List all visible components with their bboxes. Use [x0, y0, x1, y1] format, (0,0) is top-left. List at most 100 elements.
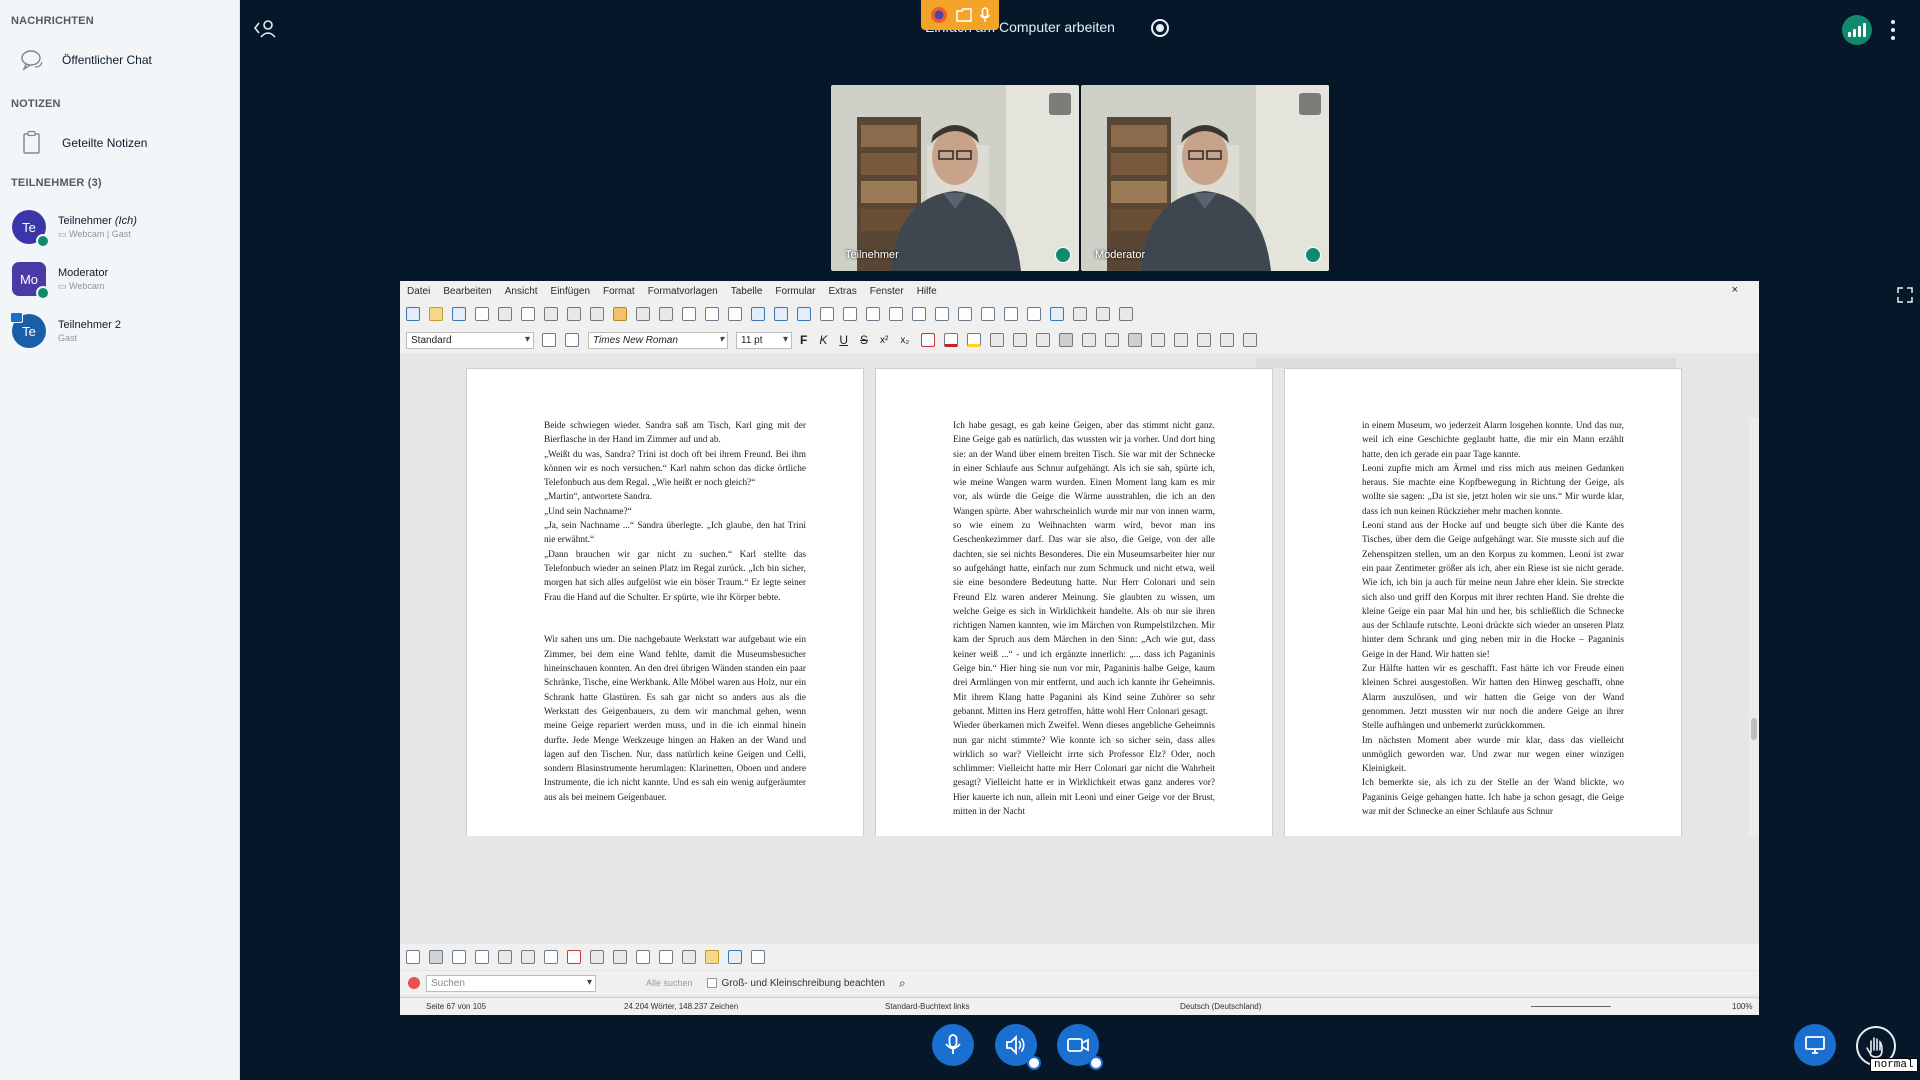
menu-help[interactable]: Hilfe — [917, 286, 937, 297]
draw-functions-icon[interactable] — [1119, 307, 1133, 321]
font-color-icon[interactable] — [944, 333, 959, 347]
special-character-icon[interactable] — [889, 307, 903, 321]
align-left-icon[interactable] — [990, 333, 1005, 347]
zoom-slider[interactable] — [1531, 1006, 1611, 1007]
line-spacing-icon[interactable] — [1197, 333, 1212, 347]
browser-sharing-indicator[interactable] — [921, 0, 999, 30]
redo-icon[interactable] — [659, 307, 673, 321]
word-count[interactable]: 24.204 Wörter, 148.237 Zeichen — [624, 1002, 738, 1011]
open-icon[interactable] — [429, 307, 443, 321]
cross-reference-icon[interactable] — [1004, 307, 1018, 321]
numbered-list-icon[interactable] — [1105, 333, 1120, 347]
footnote-icon[interactable] — [935, 307, 949, 321]
page-count[interactable]: Seite 67 von 105 — [426, 1002, 486, 1011]
menu-view[interactable]: Ansicht — [505, 286, 538, 297]
webcam-tile-participant[interactable]: Teilnehmer — [831, 85, 1079, 271]
page-icon[interactable] — [682, 950, 696, 964]
properties-icon[interactable] — [751, 950, 765, 964]
next-icon[interactable] — [521, 950, 535, 964]
menu-tools[interactable]: Extras — [828, 286, 856, 297]
select-icon[interactable] — [429, 950, 443, 964]
fullscreen-icon[interactable] — [1299, 93, 1321, 115]
spelling-icon[interactable] — [705, 307, 719, 321]
italic-button[interactable]: K — [819, 333, 827, 347]
justify-icon[interactable] — [1059, 333, 1074, 347]
align-center-icon[interactable] — [1013, 333, 1028, 347]
subscript-button[interactable]: x₂ — [900, 335, 909, 346]
save-icon[interactable] — [452, 307, 466, 321]
endnote-icon[interactable] — [958, 307, 972, 321]
user-list-item[interactable]: Te Teilnehmer 2 Gast — [10, 309, 232, 353]
insert-chart-icon[interactable] — [797, 307, 811, 321]
delete-icon[interactable] — [567, 950, 581, 964]
gallery-icon[interactable] — [728, 950, 742, 964]
fullscreen-icon[interactable] — [1049, 93, 1071, 115]
document-page[interactable]: Beide schwiegen wieder. Sandra saß am Ti… — [466, 368, 864, 836]
page-break-icon[interactable] — [843, 307, 857, 321]
screenshare-fullscreen-button[interactable] — [1896, 286, 1914, 304]
menu-table[interactable]: Tabelle — [731, 286, 763, 297]
new-icon[interactable] — [406, 307, 420, 321]
reject-icon[interactable] — [613, 950, 627, 964]
audio-options-icon[interactable] — [1027, 1056, 1041, 1070]
camera-options-icon[interactable] — [1089, 1056, 1103, 1070]
paste-icon[interactable] — [590, 307, 604, 321]
camera-button[interactable] — [1057, 1024, 1103, 1070]
menu-styles[interactable]: Formatvorlagen — [648, 286, 718, 297]
cut-icon[interactable] — [544, 307, 558, 321]
bold-button[interactable]: F — [800, 333, 807, 347]
document-page[interactable]: Ich habe gesagt, es gab keine Geigen, ab… — [875, 368, 1273, 836]
styles-icon[interactable] — [705, 950, 719, 964]
document-canvas[interactable]: Beide schwiegen wieder. Sandra saß am Ti… — [400, 358, 1759, 836]
underline-button[interactable]: U — [839, 333, 848, 347]
page-style[interactable]: Standard-Buchtext links — [885, 1002, 970, 1011]
navigator-icon[interactable] — [452, 950, 466, 964]
clear-formatting-icon[interactable] — [921, 333, 936, 347]
copy-icon[interactable] — [567, 307, 581, 321]
find-input[interactable]: Suchen — [426, 974, 596, 992]
menu-form[interactable]: Formular — [775, 286, 815, 297]
menu-edit[interactable]: Bearbeiten — [443, 286, 491, 297]
undo-icon[interactable] — [636, 307, 650, 321]
document-page[interactable]: in einem Museum, wo jederzeit Alarm losg… — [1284, 368, 1682, 836]
comment-icon[interactable] — [659, 950, 673, 964]
hyperlink-icon[interactable] — [912, 307, 926, 321]
screenshare-area[interactable]: Datei Bearbeiten Ansicht Einfügen Format… — [400, 281, 1759, 1015]
menu-format[interactable]: Format — [603, 286, 635, 297]
insert-image-icon[interactable] — [774, 307, 788, 321]
accept-icon[interactable] — [590, 950, 604, 964]
print-preview-icon[interactable] — [521, 307, 535, 321]
connection-status-button[interactable] — [1842, 15, 1872, 45]
toggle-userlist-button[interactable] — [252, 16, 278, 40]
export-pdf-icon[interactable] — [475, 307, 489, 321]
microphone-button[interactable] — [932, 1024, 974, 1066]
record-button[interactable] — [1151, 19, 1169, 37]
highlight-icon[interactable] — [967, 333, 982, 347]
language[interactable]: Deutsch (Deutschland) — [1180, 1002, 1261, 1011]
user-list-item[interactable]: Te Teilnehmer (Ich) ▭ Webcam | Gast — [12, 205, 232, 249]
para-dialog-icon[interactable] — [1243, 333, 1258, 347]
font-size-select[interactable]: 11 pt — [736, 331, 792, 349]
menu-window[interactable]: Fenster — [870, 286, 904, 297]
bullet-list-icon[interactable] — [1082, 333, 1097, 347]
previous-icon[interactable] — [498, 950, 512, 964]
comment-icon[interactable] — [1027, 307, 1041, 321]
user-list-item[interactable]: Mo Moderator ▭ Webcam — [12, 257, 232, 301]
bookmark-icon[interactable] — [981, 307, 995, 321]
options-menu-button[interactable] — [1888, 18, 1898, 42]
zoom-level[interactable]: 100% — [1732, 1002, 1752, 1011]
outline-icon[interactable] — [1128, 333, 1143, 347]
font-name-select[interactable]: Times New Roman — [588, 331, 728, 349]
close-find-icon[interactable] — [408, 977, 420, 989]
audio-button[interactable] — [995, 1024, 1041, 1070]
mail-merge-icon[interactable] — [636, 950, 650, 964]
align-right-icon[interactable] — [1036, 333, 1051, 347]
decrease-indent-icon[interactable] — [1174, 333, 1189, 347]
screenshare-button[interactable] — [1794, 1024, 1836, 1066]
paragraph-style-select[interactable]: Standard — [406, 331, 534, 349]
match-case-checkbox[interactable] — [706, 978, 717, 988]
update-style-icon[interactable] — [542, 333, 556, 347]
menu-file[interactable]: Datei — [407, 286, 430, 297]
basic-shapes-icon[interactable] — [1096, 307, 1110, 321]
public-chat-item[interactable]: Öffentlicher Chat — [10, 40, 230, 80]
